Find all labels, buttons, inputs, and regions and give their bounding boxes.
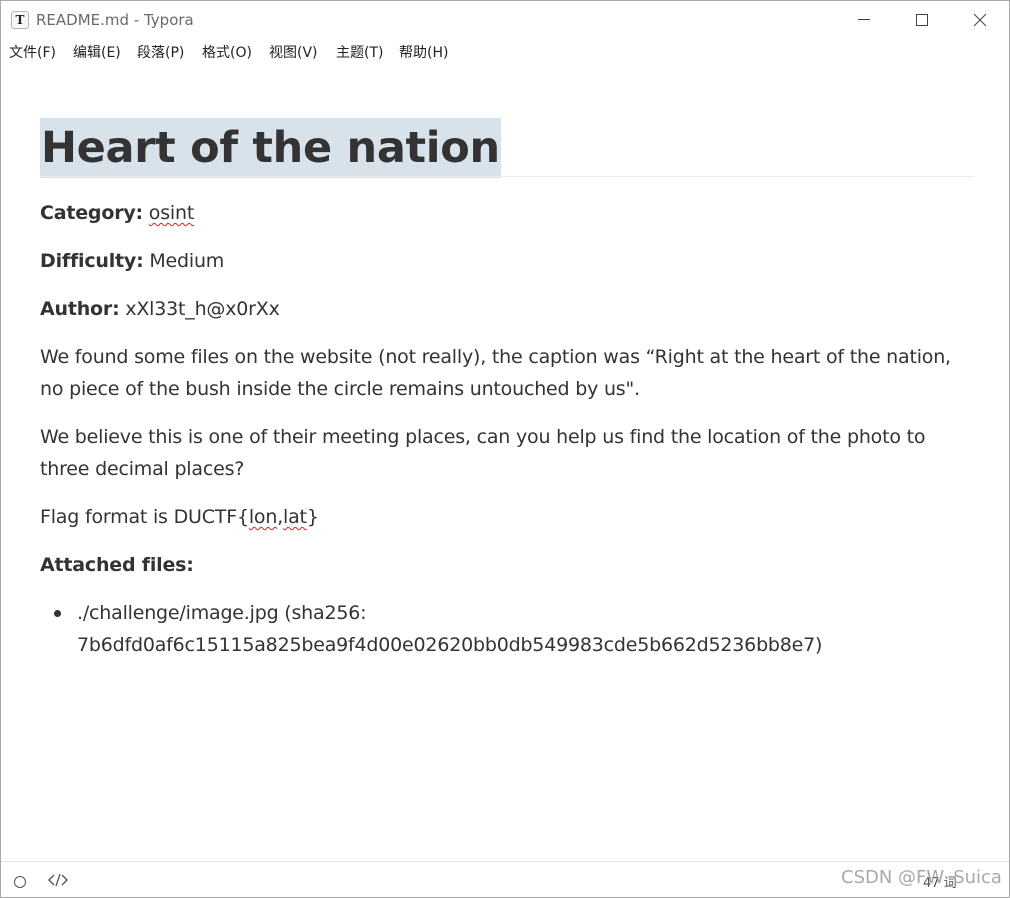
- difficulty-paragraph[interactable]: Difficulty: Medium: [40, 245, 974, 277]
- close-button[interactable]: [951, 1, 1009, 39]
- minimize-icon: [858, 19, 870, 20]
- menu-view[interactable]: 视图(V): [269, 41, 318, 65]
- description-paragraph-2[interactable]: We believe this is one of their meeting …: [40, 421, 974, 485]
- menu-bar: 文件(F) 编辑(E) 段落(P) 格式(O) 视图(V) 主题(T) 帮助(H…: [1, 41, 1009, 65]
- source-code-mode-icon[interactable]: [48, 873, 68, 887]
- category-paragraph[interactable]: Category: osint: [40, 197, 974, 229]
- document-heading[interactable]: Heart of the nation: [40, 118, 501, 178]
- maximize-button[interactable]: [893, 1, 951, 39]
- flag-suffix: }: [306, 506, 319, 528]
- menu-theme[interactable]: 主题(T): [336, 41, 383, 65]
- typora-app-icon: T: [11, 11, 29, 29]
- attached-files-label: Attached files:: [40, 554, 194, 576]
- difficulty-value: Medium: [149, 250, 225, 272]
- sidebar-toggle-circle-icon[interactable]: [14, 876, 26, 888]
- window-title: README.md - Typora: [36, 11, 194, 29]
- flag-lat: lat: [283, 506, 307, 528]
- minimize-button[interactable]: [835, 1, 893, 39]
- category-label: Category:: [40, 202, 143, 224]
- title-bar: T README.md - Typora: [1, 1, 1009, 39]
- description-paragraph-1[interactable]: We found some files on the website (not …: [40, 341, 974, 405]
- flag-lon: lon: [248, 506, 278, 528]
- menu-paragraph[interactable]: 段落(P): [137, 41, 184, 65]
- flag-format-paragraph[interactable]: Flag format is DUCTF{lon,lat}: [40, 501, 974, 533]
- menu-file[interactable]: 文件(F): [9, 41, 56, 65]
- csdn-watermark: CSDN @FW_Suica: [841, 867, 1002, 888]
- typora-window: T README.md - Typora 文件(F) 编辑(E) 段落(P) 格…: [0, 0, 1010, 898]
- menu-edit[interactable]: 编辑(E): [73, 41, 121, 65]
- author-label: Author:: [40, 298, 120, 320]
- author-paragraph[interactable]: Author: xXl33t_h@x0rXx: [40, 293, 974, 325]
- difficulty-label: Difficulty:: [40, 250, 144, 272]
- attached-files-paragraph[interactable]: Attached files:: [40, 549, 974, 581]
- author-value: xXl33t_h@x0rXx: [125, 298, 280, 320]
- menu-format[interactable]: 格式(O): [202, 41, 252, 65]
- attachment-text: ./challenge/image.jpg (sha256: 7b6dfd0af…: [77, 602, 823, 656]
- menu-help[interactable]: 帮助(H): [399, 41, 448, 65]
- close-icon: [973, 13, 987, 27]
- maximize-icon: [916, 14, 928, 26]
- bullet-icon: [54, 610, 61, 617]
- heading-divider: [40, 176, 974, 177]
- category-value: osint: [148, 202, 195, 224]
- flag-prefix: Flag format is DUCTF{: [40, 506, 249, 528]
